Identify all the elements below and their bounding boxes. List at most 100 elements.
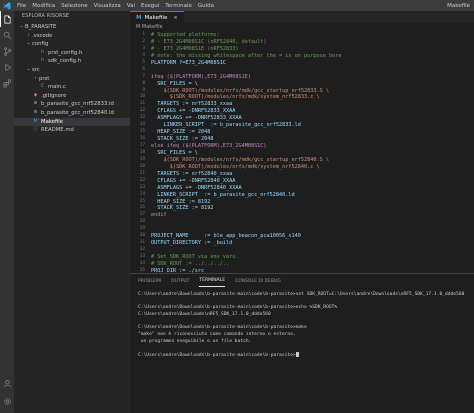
- line-number: 3: [142, 45, 145, 51]
- activity-bar: [0, 11, 14, 413]
- tree-item[interactable]: Cmain.c: [14, 83, 130, 92]
- code-line: 29: [130, 226, 474, 233]
- vscode-logo-icon: [0, 0, 14, 11]
- account-icon[interactable]: [0, 375, 14, 391]
- code-line: 23 ASMFLAGS += -DNRF52840_XXAA: [130, 185, 474, 192]
- close-icon[interactable]: ×: [173, 15, 177, 21]
- line-number: 22: [139, 177, 145, 183]
- tree-item-label: src: [32, 66, 40, 73]
- code-line: 11 TARGETS := nrf52833_xxaa: [130, 101, 474, 108]
- code-line: 14 LINKER_SCRIPT := b_parasite_gcc_nrf52…: [130, 122, 474, 129]
- code-line: 9 $(SDK_ROOT)/modules/nrfx/mdk/gcc_start…: [130, 88, 474, 95]
- code-line: 17 else ifeq ($(PLATFORM),E73_2G4M08S1C): [130, 143, 474, 150]
- code-view[interactable]: 1 # Supported platforms: 2 # - E73_2G4M08S1…: [130, 32, 474, 296]
- tree-item[interactable]: ⌄ src: [14, 66, 130, 75]
- tree-item-label: b_parasite_gcc_nrf52833.ld: [41, 101, 114, 108]
- tree-item[interactable]: M Makefile: [14, 117, 130, 127]
- code-line: 16 STACK_SIZE := 2048: [130, 136, 474, 143]
- line-number: 24: [139, 191, 145, 197]
- breadcrumb[interactable]: M Makefile: [130, 23, 474, 32]
- run-debug-icon[interactable]: [0, 59, 14, 75]
- tree-item[interactable]: ≡ b_parasite_gcc_nrf52840.ld: [14, 109, 130, 118]
- terminal-output[interactable]: C:\Users\andre\Downloads\b-parasite-main…: [130, 288, 474, 363]
- line-number: 20: [139, 163, 145, 169]
- code-line: 5 PLATFORM ?=E73_2G4M08S1C: [130, 60, 474, 67]
- menu-terminal[interactable]: Terminale: [162, 3, 195, 9]
- code-line: 20 $(SDK_ROOT)/modules/nrfx/mdk/system_n…: [130, 164, 474, 171]
- code-text: # note: the missing whitespace after the…: [151, 52, 342, 59]
- line-number: 1: [142, 32, 145, 37]
- file-type-icon: C: [40, 84, 45, 90]
- tree-item[interactable]: ⓘ README.md: [14, 126, 130, 135]
- code-text: STACK_SIZE := 2048: [151, 136, 214, 143]
- code-line: 13 ASMFLAGS += -DNRF52833_XXAA: [130, 115, 474, 122]
- code-text: OUTPUT_DIRECTORY := _build: [151, 240, 233, 247]
- tab-output[interactable]: OUTPUT: [171, 276, 189, 287]
- menu-selection[interactable]: Selezione: [58, 3, 90, 9]
- code-text: STACK_SIZE := 8192: [151, 205, 214, 212]
- search-icon[interactable]: [0, 27, 14, 43]
- code-line: 3 # - E73_2G4M08S1E (nRF52833): [130, 46, 474, 53]
- extensions-icon[interactable]: [0, 75, 14, 91]
- code-text: # - E73_2G4M08S1C (nRF52840, default): [151, 38, 267, 45]
- tree-item[interactable]: › prst: [14, 75, 130, 84]
- code-text: TARGETS := nrf52833_xxaa: [151, 101, 233, 108]
- menu-edit[interactable]: Modifica: [29, 3, 58, 9]
- menu-help[interactable]: Guida: [195, 3, 217, 9]
- code-text: # - E73_2G4M08S1E (nRF52833): [151, 45, 239, 52]
- tree-item[interactable]: h sdk_config.h: [14, 57, 130, 66]
- menu-file[interactable]: File: [14, 3, 29, 9]
- tree-item-label: config: [32, 41, 49, 48]
- chevron-down-icon: ⌄: [19, 24, 24, 29]
- tree-item[interactable]: › .vscode: [14, 32, 130, 41]
- title-bar: File Modifica Selezione Visualizza Vai E…: [0, 0, 474, 11]
- code-line: 30 PROJECT_NAME := ble_app_beacon_pca1005…: [130, 233, 474, 240]
- code-line: 32: [130, 247, 474, 254]
- tree-item[interactable]: ⌄ config: [14, 40, 130, 49]
- code-text: LINKER_SCRIPT := b_parasite_gcc_nrf52833…: [151, 122, 301, 129]
- terminal-cursor: [295, 352, 299, 358]
- tree-item[interactable]: ≡ b_parasite_gcc_nrf52833.ld: [14, 100, 130, 109]
- tree-item[interactable]: ◆ .gitignore: [14, 92, 130, 101]
- code-text: $(SDK_ROOT)/modules/nrfx/mdk/gcc_startup…: [151, 87, 330, 94]
- code-line: 31 OUTPUT_DIRECTORY := _build: [130, 240, 474, 247]
- file-type-icon: ⓘ: [33, 127, 38, 133]
- tab-makefile[interactable]: M Makefile ×: [130, 11, 184, 23]
- line-number: 21: [139, 170, 145, 176]
- source-control-icon[interactable]: [0, 43, 14, 59]
- code-line: 6: [130, 67, 474, 74]
- menu-go[interactable]: Vai: [124, 3, 138, 9]
- line-number: 2: [142, 38, 145, 44]
- code-text: LINKER_SCRIPT := b_parasite_gcc_nrf52840…: [151, 191, 295, 198]
- terminal-line: "make" non è riconosciuto come comando i…: [138, 332, 296, 338]
- tab-terminal[interactable]: TERMINALE: [199, 275, 226, 287]
- code-line: 25 HEAP_SIZE := 8192: [130, 199, 474, 206]
- tree-item-label: b_parasite_gcc_nrf52840.ld: [41, 109, 114, 116]
- explorer-header: ESPLORA RISORSE: [22, 14, 70, 19]
- tree-item-label: prst_config.h: [48, 49, 83, 56]
- gear-icon[interactable]: [0, 393, 14, 409]
- code-text: CFLAGS += -DNRF52840_XXAA: [151, 177, 236, 184]
- line-number: 34: [139, 260, 145, 266]
- code-line: 33 # Set SDK_ROOT via env vars.: [130, 254, 474, 261]
- terminal-line: un programma eseguibile o un file batch.: [138, 338, 252, 344]
- line-number: 7: [142, 73, 145, 79]
- code-text: PLATFORM ?=E73_2G4M08S1C: [151, 59, 226, 66]
- menu-view[interactable]: Visualizza: [91, 3, 124, 9]
- code-text: endif: [151, 212, 167, 219]
- bottom-panel: PROBLEMI OUTPUT TERMINALE CONSOLE DI DEB…: [130, 273, 474, 413]
- tab-debug-console[interactable]: CONSOLE DI DEBUG: [235, 276, 281, 287]
- chevron-down-icon: ⌄: [26, 66, 31, 72]
- tree-item-label: main.c: [48, 84, 66, 91]
- line-number: 5: [142, 59, 145, 65]
- code-text: else ifeq ($(PLATFORM),E73_2G4M08S1C): [151, 143, 267, 149]
- code-line: 28: [130, 219, 474, 226]
- tree-item[interactable]: ⌄ B_PARASITE: [14, 23, 130, 32]
- menu-run[interactable]: Esegui: [138, 3, 162, 9]
- tree-item[interactable]: h prst_config.h: [14, 49, 130, 58]
- tree-item-label: .vscode: [32, 32, 53, 39]
- tab-problems[interactable]: PROBLEMI: [138, 276, 161, 287]
- makefile-icon: M: [136, 14, 142, 21]
- files-icon[interactable]: [0, 11, 14, 27]
